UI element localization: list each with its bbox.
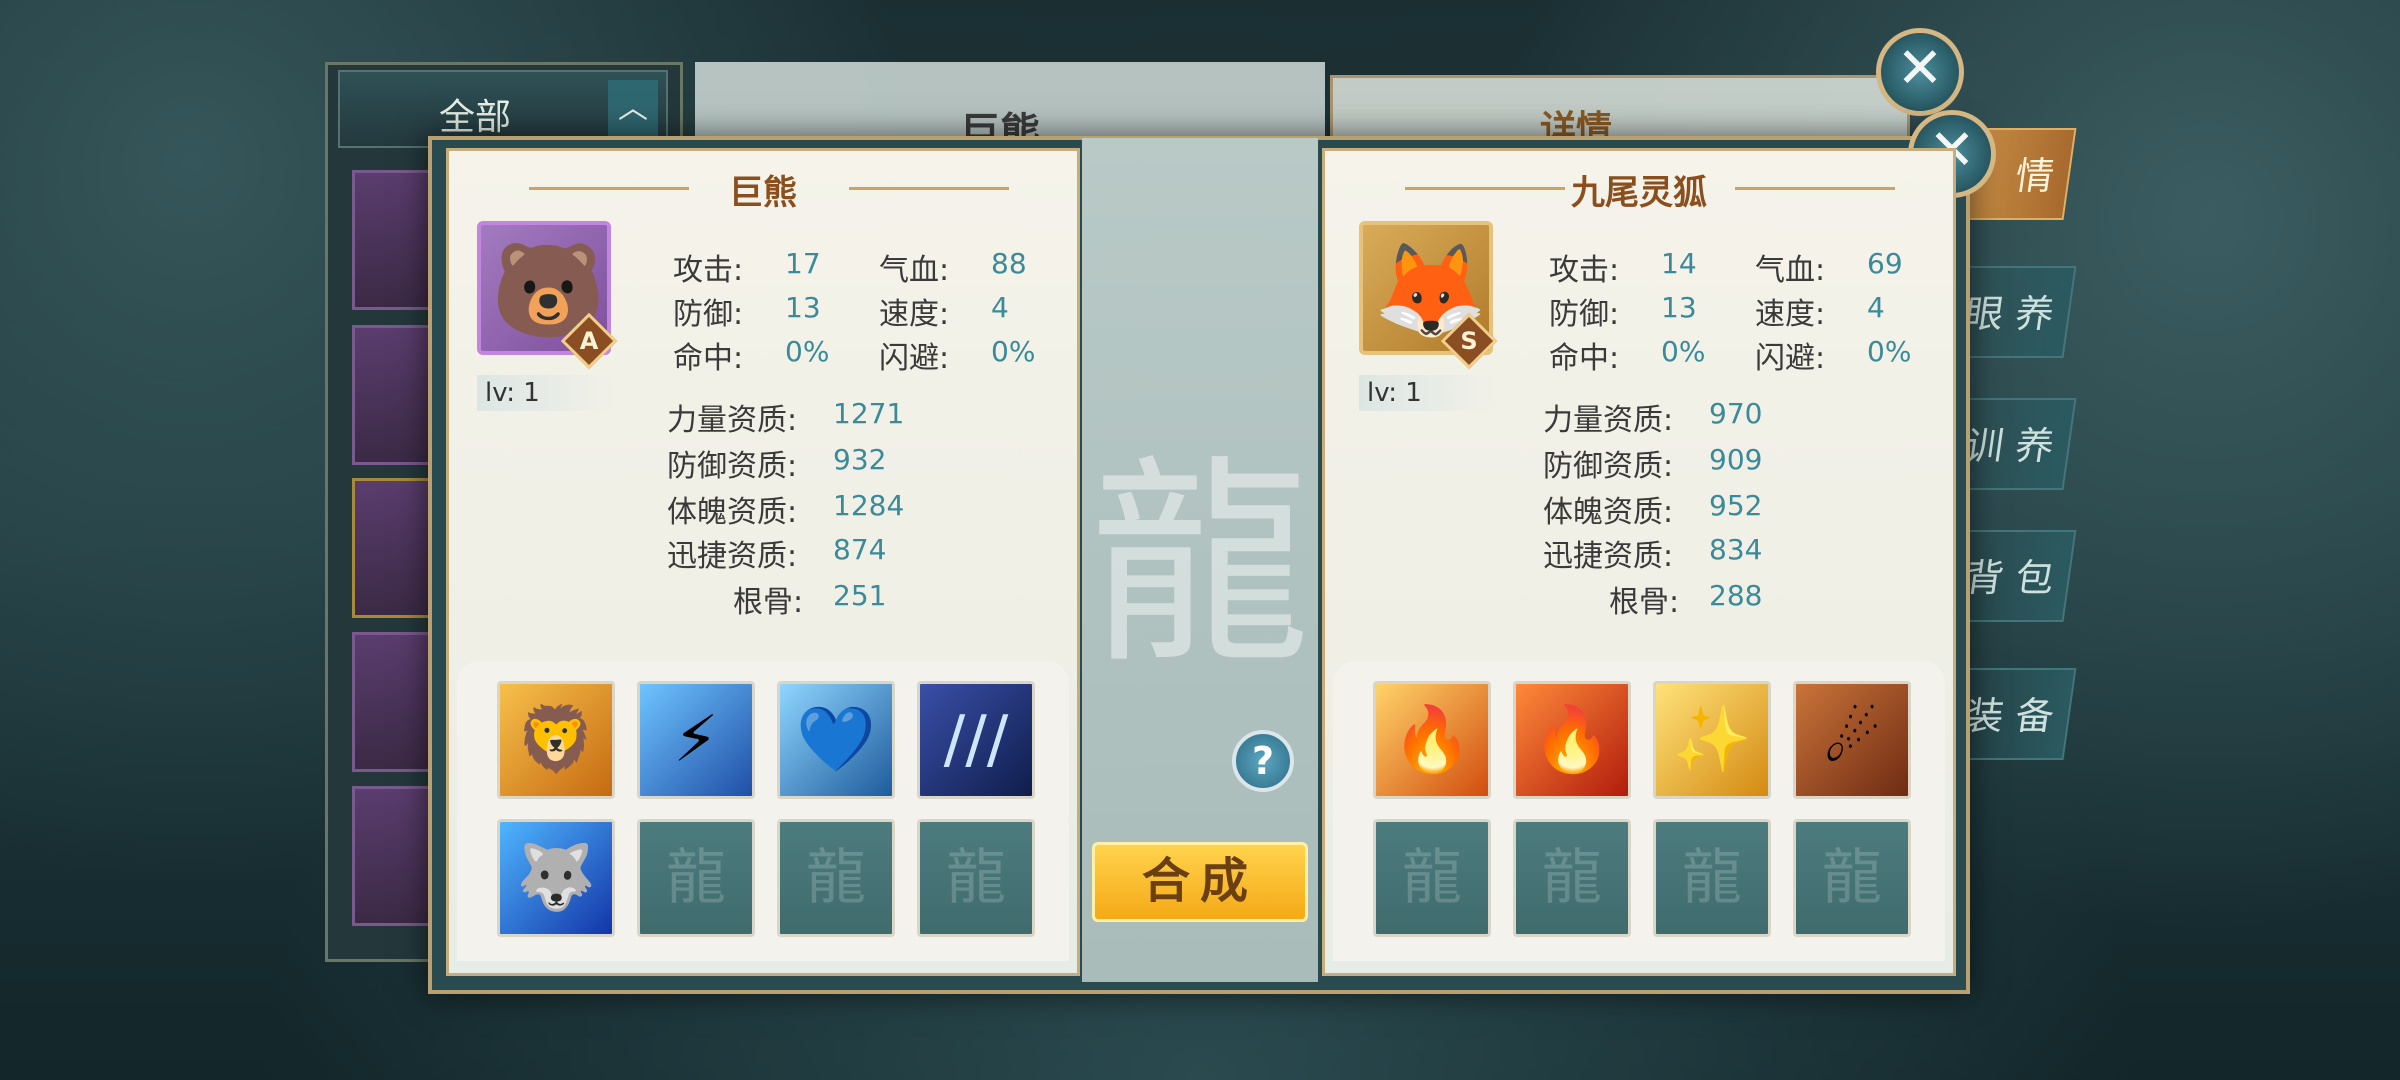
right-pet-card: 九尾灵狐 🦊 S lv: 1 攻击: 14 气血: 69 防御: 13 速度: … [1322,148,1956,976]
aptitude-label: 防御资质: [667,449,798,484]
empty-skill-slot[interactable]: 龍 [637,819,755,937]
stat-label: 气血: [1755,253,1826,288]
pet-list-item[interactable] [352,170,438,310]
stat-value: 17 [785,247,821,280]
tab-equip[interactable]: 装 备 [1953,668,2077,760]
aptitude-label: 力量资质: [667,403,798,438]
aptitude-label: 力量资质: [1543,403,1674,438]
stat-value: 0% [1867,335,1912,368]
aptitude-value: 970 [1709,397,1763,430]
stat-value: 14 [1661,247,1697,280]
heart-shield-skill-icon[interactable]: 💙 [777,681,895,799]
left-pet-level: lv: 1 [477,375,617,411]
aptitude-value: 952 [1709,489,1763,522]
pet-list-item[interactable] [352,325,438,465]
aptitude-label: 防御资质: [1543,449,1674,484]
empty-skill-slot[interactable]: 龍 [1793,819,1911,937]
stat-value: 4 [1867,291,1885,324]
aptitude-value: 874 [833,533,887,566]
flame-skill-icon[interactable]: 🔥 [1513,681,1631,799]
aptitude-value: 251 [833,579,887,612]
golden-light-skill-icon[interactable]: ✨ [1653,681,1771,799]
stat-value: 4 [991,291,1009,324]
aptitude-label: 迅捷资质: [1543,539,1674,574]
empty-skill-slot[interactable]: 龍 [1373,819,1491,937]
stat-label: 命中: [1549,341,1620,376]
aptitude-value: 1284 [833,489,905,522]
fireball-skill-icon[interactable]: ☄ [1793,681,1911,799]
roar-skill-icon[interactable]: 🦁 [497,681,615,799]
stat-label: 闪避: [1755,341,1826,376]
empty-skill-slot[interactable]: 龍 [1653,819,1771,937]
help-button[interactable]: ? [1232,730,1294,792]
aptitude-value: 932 [833,443,887,476]
aptitude-label: 根骨: [733,585,804,620]
stat-value: 88 [991,247,1027,280]
tab-bag[interactable]: 背 包 [1953,530,2077,622]
empty-skill-slot[interactable]: 龍 [777,819,895,937]
stat-label: 命中: [673,341,744,376]
tab-train[interactable]: 训 养 [1953,398,2077,490]
dragon-emblem-icon: 龍 [1090,437,1311,693]
empty-skill-slot[interactable]: 龍 [917,819,1035,937]
aptitude-value: 834 [1709,533,1763,566]
pet-list-item[interactable] [352,478,438,618]
stat-label: 防御: [1549,297,1620,332]
empty-skill-slot[interactable]: 龍 [1513,819,1631,937]
stat-value: 0% [991,335,1036,368]
right-pet-name: 九尾灵狐 [1571,173,1707,213]
aptitude-value: 1271 [833,397,905,430]
left-pet-name: 巨熊 [729,173,797,213]
aptitude-value: 909 [1709,443,1763,476]
aptitude-label: 体魄资质: [667,495,798,530]
pet-list-item[interactable] [352,632,438,772]
stat-label: 气血: [879,253,950,288]
stat-value: 13 [785,291,821,324]
tab-raise[interactable]: 眼 养 [1953,266,2077,358]
stat-value: 69 [1867,247,1903,280]
stat-value: 13 [1661,291,1697,324]
skill-grid: 🔥 🔥 ✨ ☄ 龍 龍 龍 龍 [1333,661,1945,961]
blue-beast-skill-icon[interactable]: 🐺 [497,819,615,937]
stat-label: 攻击: [1549,253,1620,288]
stat-value: 0% [1661,335,1706,368]
stat-label: 攻击: [673,253,744,288]
right-pet-level: lv: 1 [1359,375,1499,411]
stat-label: 闪避: [879,341,950,376]
claw-skill-icon[interactable]: /// [917,681,1035,799]
lightning-skill-icon[interactable]: ⚡ [637,681,755,799]
stat-label: 速度: [879,297,950,332]
aptitude-label: 根骨: [1609,585,1680,620]
pet-list-item[interactable] [352,786,438,926]
compose-button[interactable]: 合成 [1092,842,1308,922]
filter-label: 全部 [438,97,511,138]
aptitude-label: 体魄资质: [1543,495,1674,530]
stat-value: 0% [785,335,830,368]
aptitude-label: 迅捷资质: [667,539,798,574]
fire-slash-skill-icon[interactable]: 🔥 [1373,681,1491,799]
skill-grid: 🦁 ⚡ 💙 /// 🐺 龍 龍 龍 [457,661,1069,961]
left-pet-card: 巨熊 🐻 A lv: 1 攻击: 17 气血: 88 防御: 13 速度: 4 … [446,148,1080,976]
aptitude-value: 288 [1709,579,1763,612]
stat-label: 防御: [673,297,744,332]
chevron-up-icon[interactable]: ︿ [608,80,658,138]
background-close-button[interactable]: ✕ [1876,28,1964,116]
stat-label: 速度: [1755,297,1826,332]
